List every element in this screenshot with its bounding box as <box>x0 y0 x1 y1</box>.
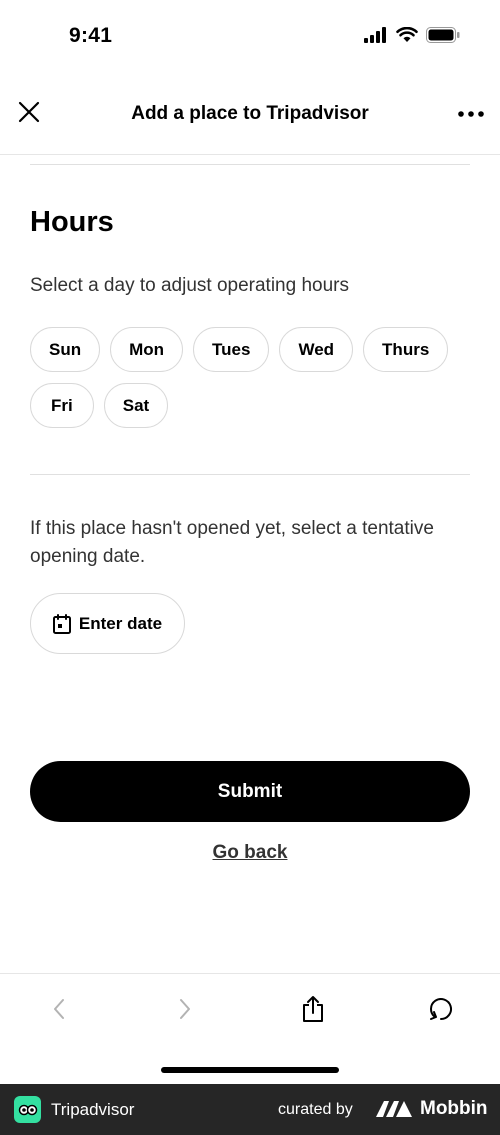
day-chip-wed[interactable]: Wed <box>279 327 354 372</box>
calendar-icon <box>52 613 71 634</box>
home-indicator <box>161 1067 339 1073</box>
top-divider <box>30 164 470 165</box>
section-divider <box>30 474 470 475</box>
day-chip-tues[interactable]: Tues <box>193 327 270 372</box>
page-title: Add a place to Tripadvisor <box>131 103 369 124</box>
battery-icon <box>426 27 460 43</box>
wifi-icon <box>396 27 418 42</box>
footer-bar: Tripadvisor curated by Mobbin <box>0 1084 500 1135</box>
day-chip-row-2: Fri Sat <box>30 383 169 428</box>
day-chip-mon[interactable]: Mon <box>110 327 184 372</box>
day-chip-sat[interactable]: Sat <box>103 383 169 428</box>
day-chip-thurs[interactable]: Thurs <box>363 327 449 372</box>
footer-brand: Mobbin <box>420 1098 488 1119</box>
day-chip-sun[interactable]: Sun <box>30 327 101 372</box>
submit-button[interactable]: Submit <box>30 761 470 822</box>
enter-date-button[interactable]: Enter date <box>30 593 185 654</box>
share-icon <box>303 996 323 1022</box>
mobbin-logo-icon <box>376 1101 412 1117</box>
status-icons <box>364 27 460 43</box>
chevron-left-icon <box>54 999 64 1019</box>
chevron-right-icon <box>180 999 190 1019</box>
browser-forward-button[interactable] <box>168 992 202 1026</box>
enter-date-label: Enter date <box>78 613 163 633</box>
tentative-opening-text: If this place hasn't opened yet, select … <box>30 518 434 567</box>
tripadvisor-logo-icon <box>14 1096 41 1123</box>
hours-heading: Hours <box>30 206 114 238</box>
day-chip-fri[interactable]: Fri <box>30 383 94 428</box>
hours-subtitle: Select a day to adjust operating hours <box>30 275 349 296</box>
share-button[interactable] <box>296 992 330 1026</box>
refresh-icon <box>430 998 452 1020</box>
footer-app-name: Tripadvisor <box>51 1100 135 1119</box>
more-icon <box>458 111 484 117</box>
refresh-button[interactable] <box>424 992 458 1026</box>
more-options-button[interactable] <box>456 99 486 129</box>
browser-back-button[interactable] <box>42 992 76 1026</box>
nav-bar: Add a place to Tripadvisor <box>0 75 500 155</box>
day-chip-row-1: Sun Mon Tues Wed Thurs <box>30 327 449 372</box>
signal-icon <box>364 27 386 43</box>
status-time: 9:41 <box>69 24 113 47</box>
footer-curated-by: curated by <box>278 1101 353 1118</box>
go-back-link[interactable]: Go back <box>0 842 500 864</box>
status-bar: 9:41 <box>0 0 500 75</box>
browser-toolbar <box>0 973 500 1084</box>
